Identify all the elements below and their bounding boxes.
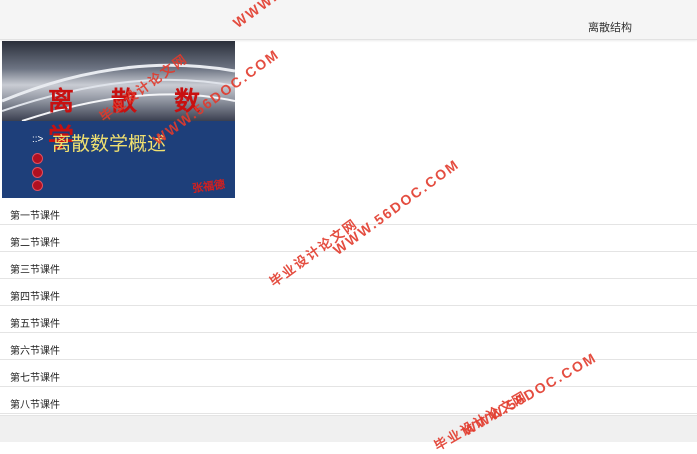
lesson-label: 第一节课件: [10, 211, 60, 222]
lesson-item-1[interactable]: 第一节课件: [0, 198, 697, 225]
arrow-icon: ::>: [32, 134, 44, 145]
lesson-label: 第四节课件: [10, 292, 60, 303]
lesson-item-7[interactable]: 第七节课件: [0, 360, 697, 387]
page-title: 离散结构: [588, 22, 632, 34]
header-bar: 离散结构: [0, 0, 697, 40]
lesson-label: 第八节课件: [10, 400, 60, 411]
lesson-label: 第三节课件: [10, 265, 60, 276]
lesson-item-5[interactable]: 第五节课件: [0, 306, 697, 333]
lesson-item-8[interactable]: 第八节课件: [0, 387, 697, 414]
bullet-dot-icon: [32, 167, 43, 178]
lesson-label: 第五节课件: [10, 319, 60, 330]
lesson-item-4[interactable]: 第四节课件: [0, 279, 697, 306]
lesson-label: 第六节课件: [10, 346, 60, 357]
course-banner-image: 离 散 数 学 ::> 离散数学概述 张福德: [2, 41, 235, 198]
footer-band: [0, 415, 697, 442]
bullet-dot-icon: [32, 153, 43, 164]
lesson-item-3[interactable]: 第三节课件: [0, 252, 697, 279]
lesson-label: 第二节课件: [10, 238, 60, 249]
signature: 张福德: [191, 178, 226, 196]
lesson-list: 第一节课件 第二节课件 第三节课件 第四节课件 第五节课件 第六节课件 第七节课…: [0, 198, 697, 414]
bullet-dot-icon: [32, 180, 43, 191]
lesson-label: 第七节课件: [10, 373, 60, 384]
banner-subtitle: 离散数学概述: [52, 133, 167, 155]
lesson-item-2[interactable]: 第二节课件: [0, 225, 697, 252]
lesson-item-6[interactable]: 第六节课件: [0, 333, 697, 360]
